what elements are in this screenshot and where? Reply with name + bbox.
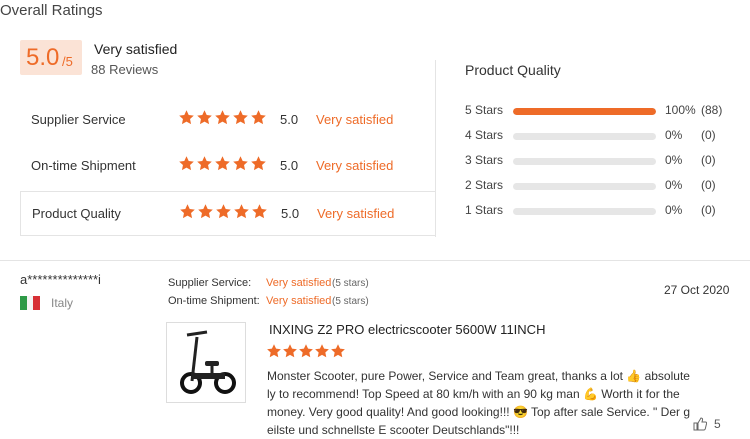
criteria-label: On-time Shipment xyxy=(31,158,136,173)
criteria-score: 5.0 xyxy=(280,112,299,127)
distribution-count: (0) xyxy=(701,128,716,142)
distribution-count: (88) xyxy=(701,103,723,117)
overall-score: 5.0 xyxy=(26,44,60,71)
criteria-label: Supplier Service xyxy=(31,112,126,127)
overall-score-max: /5 xyxy=(62,54,73,69)
distribution-count: (0) xyxy=(701,153,716,167)
distribution-bar xyxy=(513,108,656,115)
star-icon xyxy=(251,110,266,125)
star-icon xyxy=(234,204,249,219)
distribution-count: (0) xyxy=(701,178,716,192)
criteria-score: 5.0 xyxy=(280,158,299,173)
distribution-row-2: 2 Stars 0% (0) xyxy=(465,178,745,194)
star-icon xyxy=(215,156,230,171)
reviewer-name: a**************i xyxy=(20,272,101,287)
star-icon xyxy=(315,344,329,358)
supplier-service-value: Very satisfied xyxy=(266,277,332,289)
criteria-label: Product Quality xyxy=(32,206,121,221)
shipment-stars: (5 stars) xyxy=(332,296,369,307)
star-icon xyxy=(180,204,195,219)
panel-divider xyxy=(435,60,436,237)
review-rating-stars xyxy=(266,343,346,359)
distribution-percent: 100% xyxy=(665,103,696,117)
star-icon xyxy=(198,204,213,219)
reviewer-country: Italy xyxy=(51,296,74,310)
distribution-percent: 0% xyxy=(665,203,683,217)
star-icon xyxy=(216,204,231,219)
criteria-row-supplier-service[interactable]: Supplier Service 5.0 Very satisfied xyxy=(20,98,435,143)
criteria-stars xyxy=(179,203,268,220)
overall-ratings-title: Overall Ratings xyxy=(0,2,103,19)
review-text: Monster Scooter, pure Power, Service and… xyxy=(267,369,690,437)
shipment-label: On-time Shipment: xyxy=(168,295,260,307)
distribution-percent: 0% xyxy=(665,128,683,142)
distribution-bar-fill xyxy=(513,108,656,115)
distribution-bar xyxy=(513,183,656,190)
criteria-verdict: Very satisfied xyxy=(316,112,394,127)
distribution-label: 1 Stars xyxy=(465,203,504,217)
distribution-percent: 0% xyxy=(665,178,683,192)
criteria-verdict: Very satisfied xyxy=(317,206,395,221)
criteria-row-product-quality[interactable]: Product Quality 5.0 Very satisfied xyxy=(20,191,435,236)
like-button[interactable]: 5 xyxy=(693,417,721,431)
review-date: 27 Oct 2020 xyxy=(664,283,730,297)
criteria-score: 5.0 xyxy=(281,206,300,221)
review-count: 88 Reviews xyxy=(91,62,159,77)
distribution-row-3: 3 Stars 0% (0) xyxy=(465,153,745,169)
overall-score-badge: 5.0 /5 xyxy=(20,40,82,75)
star-icon xyxy=(267,344,281,358)
thumbs-up-icon xyxy=(693,417,707,431)
distribution-bar xyxy=(513,208,656,215)
supplier-service-stars: (5 stars) xyxy=(332,278,369,289)
star-icon xyxy=(252,204,267,219)
star-icon xyxy=(233,110,248,125)
criteria-stars xyxy=(178,155,267,172)
star-icon xyxy=(215,110,230,125)
star-icon xyxy=(299,344,313,358)
like-count: 5 xyxy=(714,417,721,431)
star-icon xyxy=(283,344,297,358)
shipment-value: Very satisfied xyxy=(266,295,332,307)
product-quality-title: Product Quality xyxy=(465,62,561,78)
distribution-bar xyxy=(513,158,656,165)
star-icon xyxy=(251,156,266,171)
criteria-verdict: Very satisfied xyxy=(316,158,394,173)
product-title[interactable]: INXING Z2 PRO electricscooter 5600W 11IN… xyxy=(269,322,545,337)
scooter-image[interactable] xyxy=(166,322,246,403)
distribution-label: 3 Stars xyxy=(465,153,504,167)
criteria-stars xyxy=(178,109,267,126)
italy-flag-icon xyxy=(20,296,41,310)
star-icon xyxy=(179,110,194,125)
distribution-row-1: 1 Stars 0% (0) xyxy=(465,203,745,219)
overall-verdict: Very satisfied xyxy=(94,41,178,57)
distribution-row-4: 4 Stars 0% (0) xyxy=(465,128,745,144)
distribution-label: 2 Stars xyxy=(465,178,504,192)
star-icon xyxy=(197,156,212,171)
distribution-percent: 0% xyxy=(665,153,683,167)
star-icon xyxy=(331,344,345,358)
star-icon xyxy=(233,156,248,171)
distribution-count: (0) xyxy=(701,203,716,217)
distribution-bar xyxy=(513,133,656,140)
distribution-label: 4 Stars xyxy=(465,128,504,142)
supplier-service-label: Supplier Service: xyxy=(168,277,252,289)
section-divider xyxy=(0,260,750,261)
star-icon xyxy=(179,156,194,171)
star-icon xyxy=(197,110,212,125)
distribution-row-5: 5 Stars 100% (88) xyxy=(465,103,745,119)
distribution-label: 5 Stars xyxy=(465,103,504,117)
criteria-row-on-time-shipment[interactable]: On-time Shipment 5.0 Very satisfied xyxy=(20,144,435,189)
